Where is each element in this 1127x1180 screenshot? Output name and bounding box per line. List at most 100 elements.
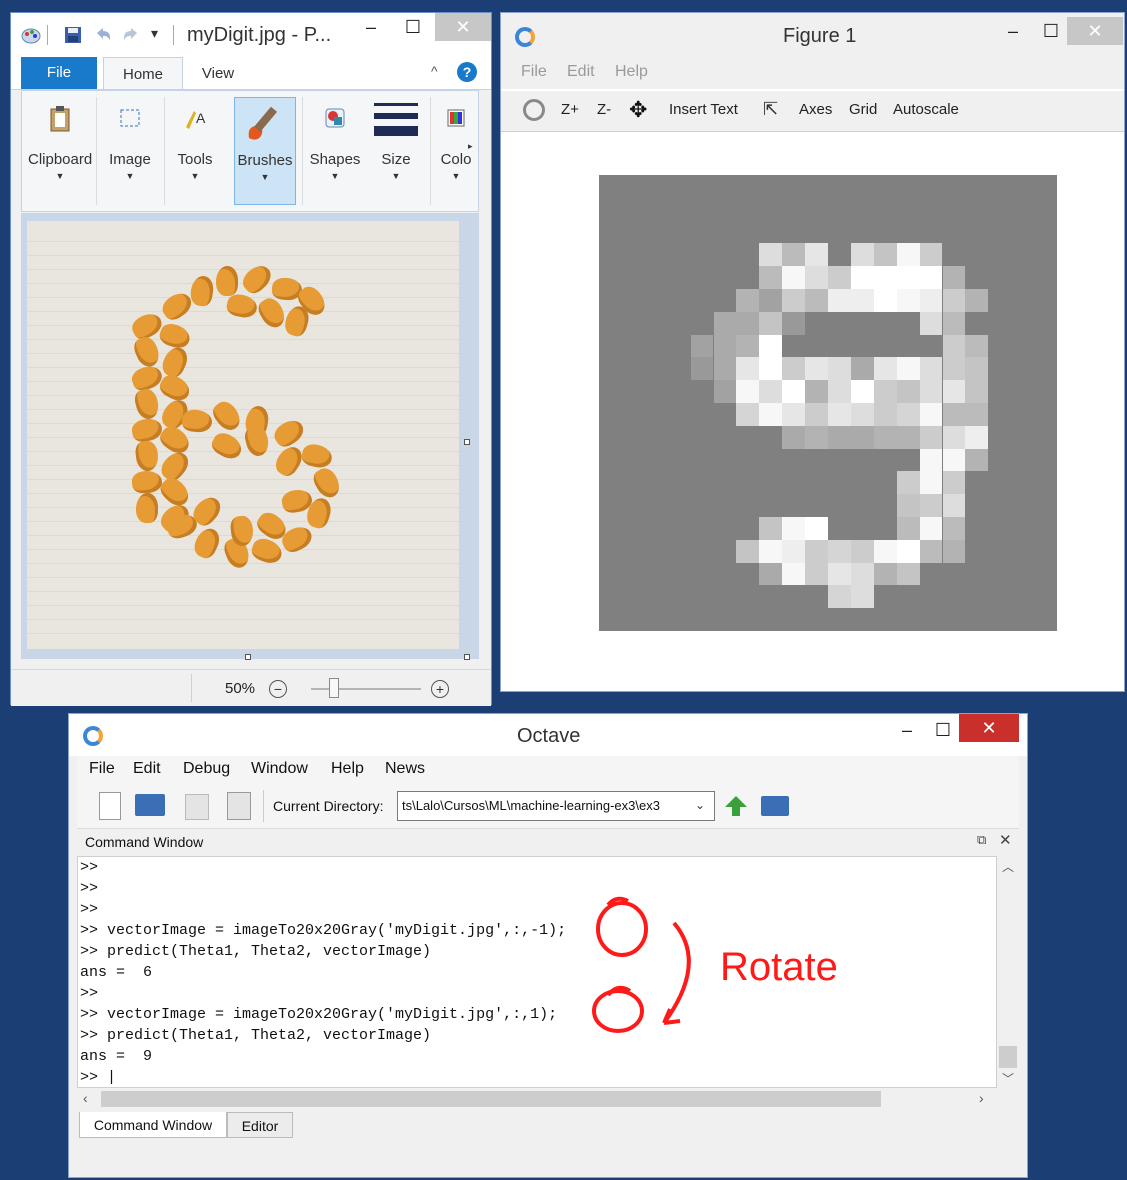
maximize-button[interactable]: ☐ xyxy=(393,13,433,41)
zoom-in-button[interactable]: + xyxy=(431,680,449,698)
octave-titlebar: Octave – ☐ ✕ xyxy=(69,714,1027,756)
new-script-icon[interactable] xyxy=(99,792,121,820)
menu-edit[interactable]: Edit xyxy=(133,760,161,778)
goldfish-cracker xyxy=(270,415,308,451)
brushes-group[interactable]: Brushes ▼ xyxy=(234,97,296,205)
browse-directory-icon[interactable] xyxy=(761,796,789,816)
minimize-button[interactable]: – xyxy=(887,716,927,744)
digit-pixel xyxy=(805,425,828,449)
resize-handle-corner[interactable] xyxy=(464,654,470,660)
digit-pixel xyxy=(965,334,989,358)
tab-command-window[interactable]: Command Window xyxy=(79,1112,227,1138)
select-arrow-icon[interactable]: ⇱ xyxy=(763,99,778,120)
pan-icon[interactable]: ✥ xyxy=(629,97,647,123)
zoom-slider-thumb[interactable] xyxy=(329,678,339,698)
close-dock-icon[interactable]: ✕ xyxy=(999,831,1012,849)
open-folder-icon[interactable] xyxy=(135,794,165,816)
close-button[interactable]: ✕ xyxy=(1067,17,1123,45)
close-button[interactable]: ✕ xyxy=(959,714,1019,742)
digit-pixel xyxy=(896,471,920,495)
menu-file[interactable]: File xyxy=(89,760,115,778)
menu-window[interactable]: Window xyxy=(251,760,308,778)
close-button[interactable]: ✕ xyxy=(435,13,491,41)
zoom-out-button[interactable]: − xyxy=(269,680,287,698)
menu-help[interactable]: Help xyxy=(615,63,648,81)
menu-debug[interactable]: Debug xyxy=(183,760,230,778)
current-directory-field[interactable]: ts\Lalo\Cursos\ML\machine-learning-ex3\e… xyxy=(397,791,715,821)
page-text-line xyxy=(27,451,459,452)
digit-pixel xyxy=(919,266,943,289)
canvas-area[interactable] xyxy=(21,213,479,660)
clipboard-group[interactable]: Clipboard ▼ xyxy=(28,97,92,205)
help-icon[interactable]: ? xyxy=(457,62,477,82)
resize-handle-right[interactable] xyxy=(464,439,470,445)
save-icon[interactable] xyxy=(63,25,83,45)
digit-pixel xyxy=(850,266,874,289)
vertical-scroll-thumb[interactable] xyxy=(999,1046,1017,1068)
digit-pixel xyxy=(736,357,760,381)
tools-group[interactable]: A Tools ▼ xyxy=(166,97,224,205)
console-horizontal-scrollbar[interactable]: ‹ › xyxy=(77,1088,1019,1110)
maximize-button[interactable]: ☐ xyxy=(923,716,963,744)
tab-file[interactable]: File xyxy=(21,57,97,89)
size-group[interactable]: Size ▼ xyxy=(368,97,424,205)
digit-pixel xyxy=(690,357,714,381)
directory-dropdown-icon[interactable]: ⌄ xyxy=(695,798,705,812)
goldfish-cracker xyxy=(242,423,272,459)
page-text-line xyxy=(27,605,459,606)
menu-file[interactable]: File xyxy=(521,63,547,81)
shapes-group[interactable]: Shapes ▼ xyxy=(304,97,366,205)
ribbon-scroll-right-icon[interactable]: ▸ xyxy=(468,141,473,152)
digit-image-plot[interactable] xyxy=(599,175,1057,631)
console-vertical-scrollbar[interactable]: ︿ ﹀ xyxy=(997,856,1019,1088)
parent-directory-icon[interactable] xyxy=(723,794,749,823)
tab-view[interactable]: View xyxy=(183,57,253,89)
digit-pixel xyxy=(805,357,828,381)
digit-pixel xyxy=(919,448,943,472)
digit-pixel xyxy=(759,357,783,381)
maximize-button[interactable]: ☐ xyxy=(1031,17,1071,45)
minimize-button[interactable]: – xyxy=(993,17,1033,45)
qat-customize-icon[interactable]: ▾ xyxy=(151,25,158,42)
copy-icon[interactable] xyxy=(185,794,209,820)
image-dropdown-icon: ▼ xyxy=(125,171,135,181)
axes-tool[interactable]: Axes xyxy=(799,101,832,118)
page-text-line xyxy=(27,619,459,620)
zoom-out-tool[interactable]: Z- xyxy=(597,101,611,118)
digit-pixel xyxy=(736,539,760,563)
menu-news[interactable]: News xyxy=(385,760,425,778)
collapse-ribbon-icon[interactable]: ^ xyxy=(431,63,438,79)
menu-edit[interactable]: Edit xyxy=(567,63,595,81)
image-group[interactable]: Image ▼ xyxy=(98,97,162,205)
digit-pixel xyxy=(965,448,989,472)
insert-text-tool[interactable]: Insert Text xyxy=(669,101,738,118)
grid-tool[interactable]: Grid xyxy=(849,101,877,118)
digit-pixel xyxy=(805,403,828,426)
tab-editor[interactable]: Editor xyxy=(227,1112,293,1138)
page-text-line xyxy=(27,395,459,396)
scroll-left-icon[interactable]: ‹ xyxy=(83,1090,88,1106)
zoom-slider-track[interactable] xyxy=(311,688,421,690)
zoom-in-tool[interactable]: Z+ xyxy=(561,101,579,118)
rotate-icon[interactable] xyxy=(523,99,545,121)
brushes-label: Brushes xyxy=(237,152,293,169)
scroll-right-icon[interactable]: › xyxy=(979,1090,984,1106)
menu-help[interactable]: Help xyxy=(331,760,364,778)
scroll-up-icon[interactable]: ︿ xyxy=(1002,858,1014,875)
scroll-down-icon[interactable]: ﹀ xyxy=(1002,1070,1014,1087)
command-window-console[interactable]: >> >> >> >> vectorImage = imageTo20x20Gr… xyxy=(77,856,997,1088)
autoscale-tool[interactable]: Autoscale xyxy=(893,101,959,118)
redo-icon[interactable] xyxy=(121,25,141,45)
digit-pixel xyxy=(896,403,920,426)
undock-icon[interactable]: ⧉ xyxy=(977,832,986,848)
command-window-title: Command Window xyxy=(85,834,204,850)
console-line: ans = 6 xyxy=(80,964,153,981)
paste-icon[interactable] xyxy=(227,792,251,820)
horizontal-scroll-thumb[interactable] xyxy=(101,1091,881,1107)
minimize-button[interactable]: – xyxy=(351,13,391,41)
resize-handle-bottom[interactable] xyxy=(245,654,251,660)
tab-home[interactable]: Home xyxy=(103,57,183,89)
paint-app-icon[interactable] xyxy=(21,25,41,45)
console-line: >> predict(Theta1, Theta2, vectorImage) xyxy=(80,943,432,960)
undo-icon[interactable] xyxy=(93,25,113,45)
